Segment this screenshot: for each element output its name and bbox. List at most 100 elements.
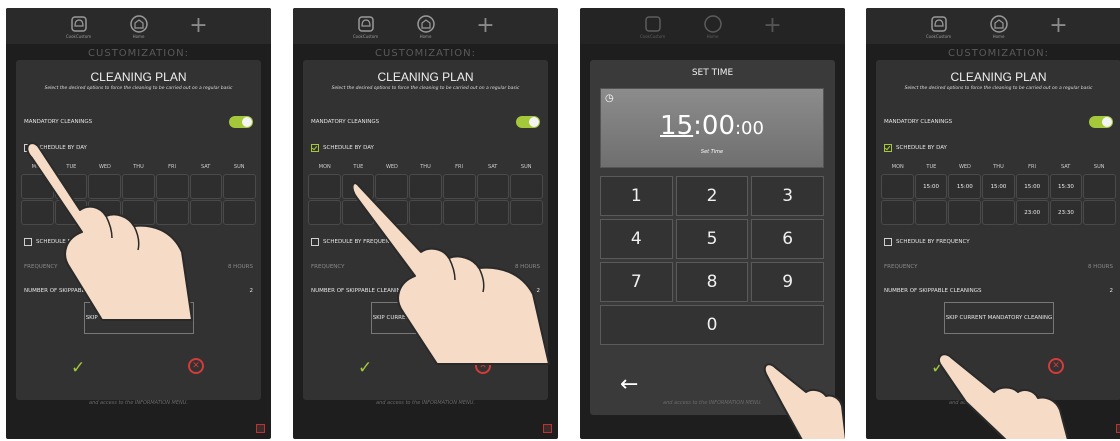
customize-nav-button[interactable]: CookCustom xyxy=(353,14,379,39)
skip-current-cleaning-button[interactable]: SKIP CURRENT MANDATORY CLEANING xyxy=(371,302,481,334)
key-8[interactable]: 8 xyxy=(675,262,749,302)
add-nav-button[interactable]: + xyxy=(760,15,786,37)
time-cell[interactable] xyxy=(510,200,543,225)
schedule-by-day-checkbox[interactable] xyxy=(884,144,892,152)
time-cell[interactable]: 15:00 xyxy=(948,174,982,199)
confirm-icon[interactable]: ✓ xyxy=(770,372,782,388)
day-label: MON xyxy=(31,164,44,170)
time-cell[interactable] xyxy=(88,174,122,199)
time-cell[interactable] xyxy=(442,200,476,225)
schedule-by-day-checkbox[interactable] xyxy=(311,144,319,152)
time-cell[interactable] xyxy=(476,174,510,199)
customize-nav-button[interactable]: CookCustom xyxy=(640,14,666,39)
customize-nav-button[interactable]: CookCustom xyxy=(66,14,92,39)
skip-current-cleaning-button[interactable]: SKIP CURRENT MANDATORY CLEANING xyxy=(84,302,194,334)
key-0[interactable]: 0 xyxy=(600,305,824,345)
corner-icon[interactable] xyxy=(1116,424,1120,433)
time-cell[interactable] xyxy=(341,174,375,199)
time-cell[interactable] xyxy=(948,200,982,225)
frequency-row[interactable]: FREQUENCY 8 HOURS xyxy=(311,264,540,270)
corner-icon[interactable] xyxy=(543,424,552,433)
mandatory-toggle[interactable] xyxy=(1089,116,1113,128)
confirm-icon[interactable]: ✓ xyxy=(358,358,372,378)
frequency-row[interactable]: FREQUENCY 8 HOURS xyxy=(884,264,1113,270)
time-cell[interactable] xyxy=(189,174,223,199)
key-4[interactable]: 4 xyxy=(600,219,673,259)
key-3[interactable]: 3 xyxy=(751,176,824,216)
day-label: THU xyxy=(420,164,431,170)
time-cell[interactable] xyxy=(54,174,88,199)
home-nav-button[interactable]: Home xyxy=(700,14,726,39)
corner-icon[interactable] xyxy=(256,424,265,433)
time-cell[interactable]: 23:30 xyxy=(1049,200,1083,225)
time-cell[interactable]: 23:00 xyxy=(1015,200,1049,225)
schedule-by-frequency-checkbox[interactable] xyxy=(24,238,32,246)
time-cell[interactable] xyxy=(1083,200,1116,225)
mandatory-toggle[interactable] xyxy=(229,116,253,128)
time-cell[interactable] xyxy=(122,174,155,199)
background-title: CUSTOMIZATION: xyxy=(948,48,1049,59)
add-nav-button[interactable]: + xyxy=(186,13,212,38)
key-2[interactable]: 2 xyxy=(675,176,749,216)
home-nav-button[interactable]: Home xyxy=(126,14,152,39)
confirm-icon[interactable]: ✓ xyxy=(931,358,945,378)
time-cell[interactable] xyxy=(21,174,54,199)
time-cell[interactable] xyxy=(982,200,1015,225)
customize-nav-button[interactable]: CookCustom xyxy=(926,14,952,39)
time-cell[interactable] xyxy=(881,200,914,225)
time-cell[interactable] xyxy=(88,200,122,225)
time-cell[interactable] xyxy=(914,200,948,225)
cancel-icon[interactable]: ✕ xyxy=(188,358,204,374)
time-cell[interactable] xyxy=(409,200,442,225)
time-cell[interactable] xyxy=(476,200,510,225)
confirm-icon[interactable]: ✓ xyxy=(71,358,85,378)
cancel-icon[interactable]: ✕ xyxy=(475,358,491,374)
time-cell[interactable] xyxy=(155,200,189,225)
time-cell[interactable] xyxy=(223,174,256,199)
day-label: SUN xyxy=(233,164,245,170)
screen-2: CookCustom Home + CUSTOMIZATION: CLEANIN… xyxy=(293,8,558,439)
time-cell[interactable] xyxy=(223,200,256,225)
skippable-row[interactable]: NUMBER OF SKIPPABLE CLEANINGS 2 xyxy=(24,288,253,294)
time-cell[interactable] xyxy=(21,200,54,225)
mandatory-toggle[interactable] xyxy=(516,116,540,128)
schedule-by-day-checkbox[interactable] xyxy=(24,144,32,152)
add-nav-button[interactable]: + xyxy=(473,15,499,37)
home-nav-button[interactable]: Home xyxy=(986,14,1012,39)
frequency-row[interactable]: FREQUENCY 8 HOURS xyxy=(24,264,253,270)
numeric-keypad: 1 2 3 4 5 6 7 8 9 0 xyxy=(600,176,824,345)
time-cell[interactable] xyxy=(881,174,914,199)
time-cell[interactable] xyxy=(409,174,442,199)
back-arrow-icon[interactable]: ← xyxy=(620,372,638,397)
schedule-by-frequency-checkbox[interactable] xyxy=(884,238,892,246)
time-cell[interactable] xyxy=(341,200,375,225)
key-1[interactable]: 1 xyxy=(600,176,673,216)
key-7[interactable]: 7 xyxy=(600,262,673,302)
cancel-icon[interactable]: ✕ xyxy=(1048,358,1064,374)
time-cell[interactable] xyxy=(54,200,88,225)
add-nav-button[interactable]: + xyxy=(1046,15,1072,37)
time-cell[interactable] xyxy=(155,174,189,199)
time-cell[interactable] xyxy=(510,174,543,199)
time-cell[interactable]: 15:00 xyxy=(914,174,948,199)
time-cell[interactable]: 15:00 xyxy=(1015,174,1049,199)
skippable-row[interactable]: NUMBER OF SKIPPABLE CLEANINGS 2 xyxy=(311,288,540,294)
time-cell[interactable] xyxy=(308,200,341,225)
skippable-row[interactable]: NUMBER OF SKIPPABLE CLEANINGS 2 xyxy=(884,288,1113,294)
key-9[interactable]: 9 xyxy=(751,262,824,302)
time-cell[interactable] xyxy=(375,174,409,199)
time-cell[interactable] xyxy=(308,174,341,199)
time-cell[interactable]: 15:00 xyxy=(982,174,1015,199)
time-cell[interactable] xyxy=(122,200,155,225)
time-cell[interactable]: 15:30 xyxy=(1049,174,1083,199)
schedule-by-frequency-checkbox[interactable] xyxy=(311,238,319,246)
key-6[interactable]: 6 xyxy=(751,219,824,259)
home-nav-button[interactable]: Home xyxy=(413,14,439,39)
time-cell[interactable] xyxy=(1083,174,1116,199)
key-5[interactable]: 5 xyxy=(675,219,749,259)
plus-icon: + xyxy=(189,13,208,38)
time-cell[interactable] xyxy=(375,200,409,225)
time-cell[interactable] xyxy=(442,174,476,199)
skip-current-cleaning-button[interactable]: SKIP CURRENT MANDATORY CLEANING xyxy=(944,302,1054,334)
time-cell[interactable] xyxy=(189,200,223,225)
